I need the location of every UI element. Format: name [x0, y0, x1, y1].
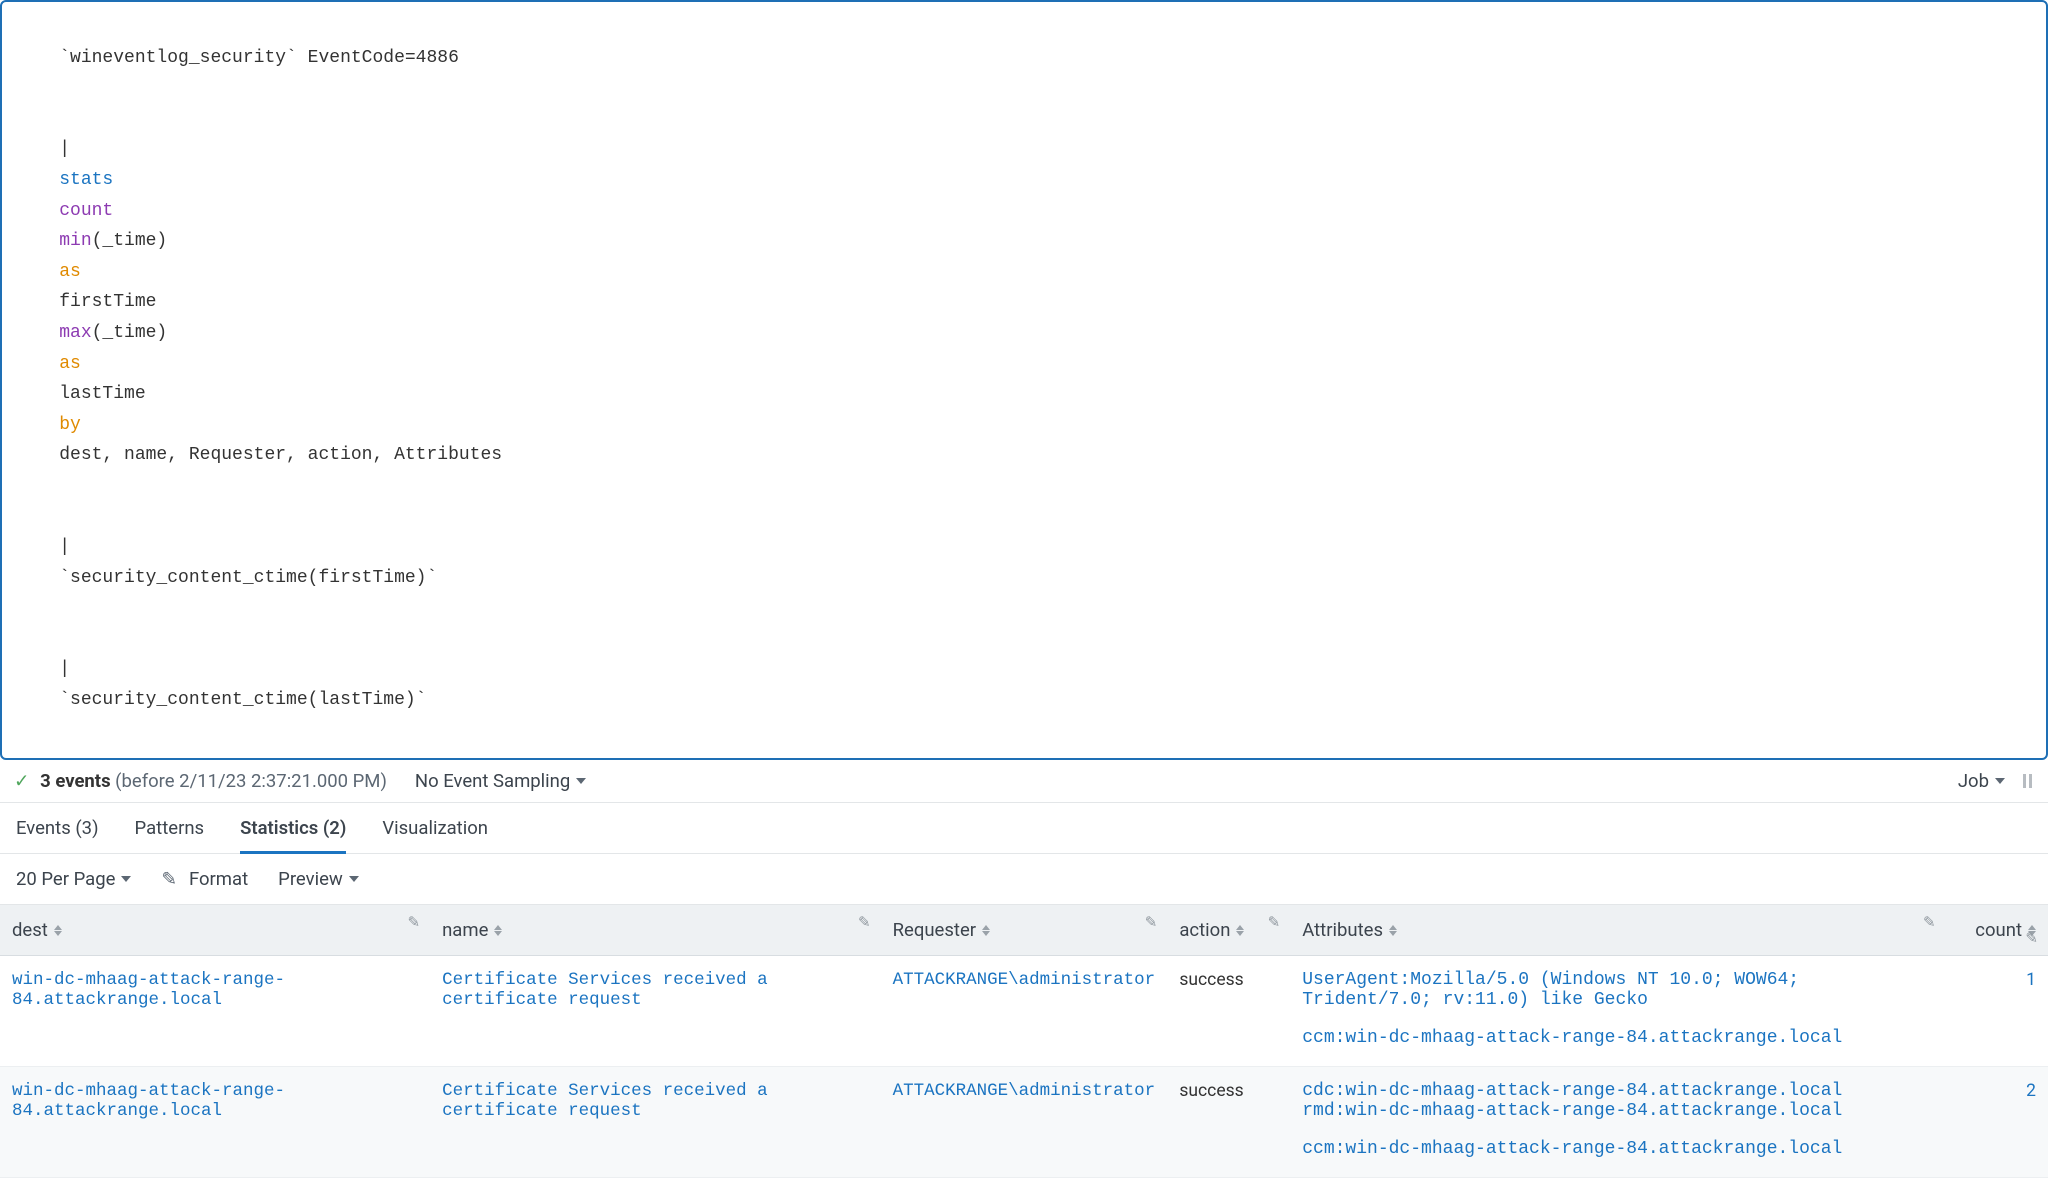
search-status: ✓ 3 events (before 2/11/23 2:37:21.000 P…	[14, 770, 387, 792]
col-label: count	[1975, 919, 2022, 941]
sort-icon	[982, 925, 990, 936]
pencil-icon[interactable]: ✎	[1268, 913, 1281, 931]
cell-dest[interactable]: win-dc-mhaag-attack-range-84.attackrange…	[0, 1067, 430, 1178]
statistics-table: dest ✎ name ✎ Requester ✎ ✎ action Attri…	[0, 905, 2048, 1178]
cell-attributes[interactable]: cdc:win-dc-mhaag-attack-range-84.attackr…	[1290, 1067, 1945, 1178]
format-dropdown[interactable]: ✎ Format	[161, 868, 248, 890]
event-sampling-label: No Event Sampling	[415, 770, 570, 792]
table-controls: 20 Per Page ✎ Format Preview	[0, 854, 2048, 905]
pencil-icon[interactable]: ✎	[1145, 913, 1158, 931]
first-alias: firstTime	[59, 292, 156, 312]
preview-dropdown[interactable]: Preview	[278, 868, 359, 890]
result-tabs: Events (3) Patterns Statistics (2) Visua…	[0, 803, 2048, 854]
tab-statistics[interactable]: Statistics (2)	[240, 817, 346, 853]
pencil-icon[interactable]: ✎	[858, 913, 871, 931]
cell-name[interactable]: Certificate Services received a certific…	[430, 956, 881, 1067]
col-label: name	[442, 919, 488, 941]
min-arg: (_time)	[92, 231, 168, 251]
max-arg: (_time)	[92, 323, 168, 343]
cell-count[interactable]: 2	[1946, 1067, 2048, 1178]
pencil-icon[interactable]: ✎	[2025, 929, 2038, 947]
col-header-action[interactable]: ✎ action	[1167, 905, 1290, 956]
col-label: dest	[12, 919, 48, 941]
pipe-char: |	[59, 139, 70, 159]
table-row: win-dc-mhaag-attack-range-84.attackrange…	[0, 1067, 2048, 1178]
col-label: Attributes	[1302, 919, 1383, 941]
col-header-name[interactable]: name ✎	[430, 905, 881, 956]
sort-icon	[54, 925, 62, 936]
check-icon: ✓	[14, 770, 30, 792]
col-label: action	[1179, 919, 1230, 941]
format-label: Format	[189, 868, 248, 890]
col-label: Requester	[893, 919, 976, 941]
chevron-down-icon	[576, 778, 586, 784]
preview-label: Preview	[278, 868, 343, 890]
job-label: Job	[1958, 770, 1989, 792]
pencil-icon[interactable]: ✎	[408, 913, 421, 931]
sort-icon	[494, 925, 502, 936]
max-function: max	[59, 323, 91, 343]
cell-requester[interactable]: ATTACKRANGE\administrator	[881, 956, 1168, 1067]
by-fields: dest, name, Requester, action, Attribute…	[59, 445, 502, 465]
tab-patterns[interactable]: Patterns	[135, 817, 205, 853]
statistics-table-body: win-dc-mhaag-attack-range-84.attackrange…	[0, 956, 2048, 1178]
search-query-editor[interactable]: `wineventlog_security` EventCode=4886 | …	[0, 0, 2048, 760]
pencil-icon[interactable]: ✎	[1923, 913, 1936, 931]
event-time-range: (before 2/11/23 2:37:21.000 PM)	[115, 770, 387, 792]
pencil-icon: ✎	[161, 868, 177, 890]
chevron-down-icon	[121, 876, 131, 882]
tab-events[interactable]: Events (3)	[16, 817, 99, 853]
col-header-requester[interactable]: Requester ✎	[881, 905, 1168, 956]
col-header-dest[interactable]: dest ✎	[0, 905, 430, 956]
chevron-down-icon	[349, 876, 359, 882]
per-page-label: 20 Per Page	[16, 868, 115, 890]
min-function: min	[59, 231, 91, 251]
cell-requester[interactable]: ATTACKRANGE\administrator	[881, 1067, 1168, 1178]
as-keyword-1: as	[59, 262, 81, 282]
as-keyword-2: as	[59, 354, 81, 374]
sort-icon	[1236, 925, 1244, 936]
job-dropdown[interactable]: Job	[1958, 770, 2005, 792]
event-count: 3 events	[40, 770, 110, 792]
pause-icon[interactable]	[2023, 774, 2032, 788]
tab-visualization[interactable]: Visualization	[382, 817, 488, 853]
search-status-bar: ✓ 3 events (before 2/11/23 2:37:21.000 P…	[0, 760, 2048, 803]
pipe-char-3: |	[59, 659, 70, 679]
query-macro-2: `security_content_ctime(firstTime)`	[59, 568, 437, 588]
query-macro-1: `wineventlog_security` EventCode=4886	[59, 48, 459, 68]
last-alias: lastTime	[59, 384, 145, 404]
stats-command: stats	[59, 170, 113, 190]
cell-action[interactable]: success	[1167, 956, 1290, 1067]
table-row: win-dc-mhaag-attack-range-84.attackrange…	[0, 956, 2048, 1067]
cell-name[interactable]: Certificate Services received a certific…	[430, 1067, 881, 1178]
query-macro-3: `security_content_ctime(lastTime)`	[59, 690, 426, 710]
cell-dest[interactable]: win-dc-mhaag-attack-range-84.attackrange…	[0, 956, 430, 1067]
event-sampling-dropdown[interactable]: No Event Sampling	[415, 770, 586, 792]
cell-attributes[interactable]: UserAgent:Mozilla/5.0 (Windows NT 10.0; …	[1290, 956, 1945, 1067]
cell-count[interactable]: 1	[1946, 956, 2048, 1067]
per-page-dropdown[interactable]: 20 Per Page	[16, 868, 131, 890]
cell-action[interactable]: success	[1167, 1067, 1290, 1178]
col-header-attributes[interactable]: Attributes ✎	[1290, 905, 1945, 956]
by-keyword: by	[59, 415, 81, 435]
sort-icon	[1389, 925, 1397, 936]
col-header-count[interactable]: count ✎	[1946, 905, 2048, 956]
pipe-char-2: |	[59, 537, 70, 557]
chevron-down-icon	[1995, 778, 2005, 784]
count-function: count	[59, 201, 113, 221]
